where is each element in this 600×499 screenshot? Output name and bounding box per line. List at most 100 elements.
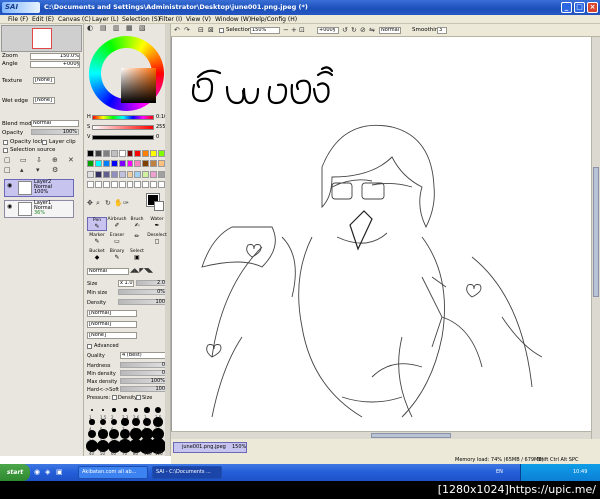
advanced-checkbox[interactable]	[87, 344, 92, 349]
media-quicklaunch-icon[interactable]: ◈	[45, 469, 50, 476]
secondary-color[interactable]	[154, 201, 164, 211]
flip-icon[interactable]: ⇋	[369, 27, 375, 34]
selection-checkbox[interactable]	[219, 28, 224, 33]
color-swatch[interactable]	[158, 180, 165, 188]
tool-brush[interactable]: Brush ✍	[127, 217, 147, 231]
color-swatch[interactable]	[87, 160, 94, 168]
zoom-field[interactable]: 150.0%	[30, 53, 80, 60]
layer-down-icon[interactable]: ▾	[36, 167, 40, 174]
brush-size-preset[interactable]	[112, 408, 116, 412]
delete-layer-icon[interactable]: ✕	[68, 157, 74, 164]
canvas-angle-field[interactable]: +000§	[317, 27, 339, 34]
opacity-slider[interactable]: 100%	[31, 129, 79, 135]
new-layer-icon[interactable]: ▢	[4, 157, 11, 164]
color-swatch[interactable]	[150, 180, 158, 188]
rotate-icon[interactable]: ↻	[105, 200, 111, 207]
size-pressure-checkbox[interactable]	[136, 395, 141, 400]
color-swatch[interactable]	[102, 170, 110, 178]
layer-row[interactable]: ◉ Layer1 Normal 36%	[4, 200, 74, 218]
color-swatch[interactable]	[118, 160, 126, 168]
redo-icon[interactable]: ↷	[184, 27, 190, 34]
navigator-thumbnail[interactable]	[32, 28, 52, 49]
color-swatch[interactable]	[87, 180, 94, 188]
menu-filter[interactable]: Filter (I)	[159, 16, 182, 23]
brush-size-preset[interactable]	[101, 408, 105, 412]
rgb-slider-icon[interactable]: ▤	[100, 25, 107, 32]
zoom-in-icon[interactable]: +	[291, 27, 297, 34]
new-folder-icon[interactable]: ▭	[20, 157, 27, 164]
brush-size-preset[interactable]	[122, 407, 128, 413]
size-multiplier[interactable]: x 1.0	[118, 280, 134, 287]
canvas-horizontal-scrollbar[interactable]	[171, 431, 591, 439]
tool-bucket[interactable]: Bucket ◆	[87, 249, 107, 263]
eyedropper-icon[interactable]: ✑	[123, 200, 129, 207]
tool-deselect[interactable]: Deselect ◻	[147, 233, 167, 247]
brush-size-preset[interactable]	[100, 419, 106, 425]
maximize-button[interactable]: □	[574, 2, 585, 13]
smoothing-field[interactable]: 3	[437, 27, 447, 34]
language-indicator[interactable]: EN	[496, 469, 503, 475]
color-swatch[interactable]	[134, 180, 142, 188]
color-swatch[interactable]	[118, 150, 126, 157]
menu-canvas[interactable]: Canvas (C)	[58, 16, 91, 23]
color-swatch[interactable]	[87, 150, 94, 157]
brush-shape-icon[interactable]: ◢◣◤◥◣	[130, 267, 153, 274]
menu-view[interactable]: View (V)	[186, 16, 211, 23]
brush-size-preset[interactable]	[153, 417, 163, 427]
brush-texture-select[interactable]: [Normal]	[87, 321, 137, 328]
merge-icon[interactable]: ⊕	[52, 157, 58, 164]
brush-size-preset[interactable]	[133, 407, 139, 413]
color-swatch[interactable]	[158, 160, 165, 168]
hue-slider[interactable]	[92, 115, 154, 120]
hand-icon[interactable]: ✋	[114, 200, 123, 207]
layer-clip-checkbox[interactable]	[42, 140, 47, 145]
clear-layer-icon[interactable]: □	[4, 167, 11, 174]
brush-mode-select[interactable]: Normal	[87, 268, 129, 275]
brush-size-preset[interactable]	[154, 406, 162, 414]
brush-size-preset[interactable]	[87, 429, 97, 439]
tool-pen[interactable]: Pen ✎	[87, 217, 107, 231]
color-swatch[interactable]	[158, 170, 165, 178]
color-swatch[interactable]	[102, 150, 110, 157]
color-swatch[interactable]	[142, 170, 150, 178]
color-swatch[interactable]	[142, 180, 150, 188]
color-swatch[interactable]	[118, 180, 126, 188]
brush-size-preset[interactable]	[144, 407, 150, 413]
menu-layer[interactable]: Layer (L)	[92, 16, 119, 23]
color-swatch[interactable]	[126, 160, 134, 168]
rotate-left-icon[interactable]: ↺	[342, 27, 348, 34]
color-swatch[interactable]	[94, 170, 102, 178]
tool-marker[interactable]: Marker ✎	[87, 233, 107, 247]
color-wheel[interactable]	[89, 36, 164, 111]
hardness-slider[interactable]: 0	[120, 362, 167, 368]
deselect-icon[interactable]: ⊟	[198, 27, 204, 34]
canvas-mode-select[interactable]: Normal	[379, 27, 401, 34]
vertical-scroll-thumb[interactable]	[593, 167, 599, 297]
color-swatch[interactable]	[134, 160, 142, 168]
zoom-reset-icon[interactable]: ⊡	[299, 27, 305, 34]
color-swatch[interactable]	[126, 170, 134, 178]
color-swatch[interactable]	[94, 160, 102, 168]
brush-size-preset[interactable]	[89, 419, 95, 425]
color-swatch[interactable]	[110, 180, 118, 188]
brush-size-preset[interactable]	[132, 418, 140, 426]
layer-row[interactable]: ◉ Layer2 Normal 100%	[4, 179, 74, 197]
hard-soft-slider[interactable]: 100	[120, 386, 167, 392]
brush-size-preset[interactable]	[109, 429, 119, 439]
rotate-reset-icon[interactable]: ⊘	[360, 27, 366, 34]
brush-size-preset[interactable]	[98, 429, 108, 439]
undo-icon[interactable]: ↶	[174, 27, 180, 34]
saturation-slider[interactable]	[92, 125, 154, 130]
color-swatch[interactable]	[94, 150, 102, 157]
brush-size-preset[interactable]	[110, 418, 118, 426]
rotate-right-icon[interactable]: ↻	[351, 27, 357, 34]
blend-mode-select[interactable]: Normal	[31, 120, 79, 127]
color-swatch[interactable]	[158, 150, 165, 157]
visibility-eye-icon[interactable]: ◉	[7, 182, 15, 189]
min-size-slider[interactable]: 0%	[118, 289, 167, 295]
minimize-button[interactable]: _	[561, 2, 572, 13]
menu-help-config[interactable]: Help/Config (H)	[251, 16, 297, 23]
max-density-slider[interactable]: 100%	[120, 378, 167, 384]
drawing-canvas[interactable]	[171, 37, 591, 431]
opacity-lock-checkbox[interactable]	[3, 140, 8, 145]
